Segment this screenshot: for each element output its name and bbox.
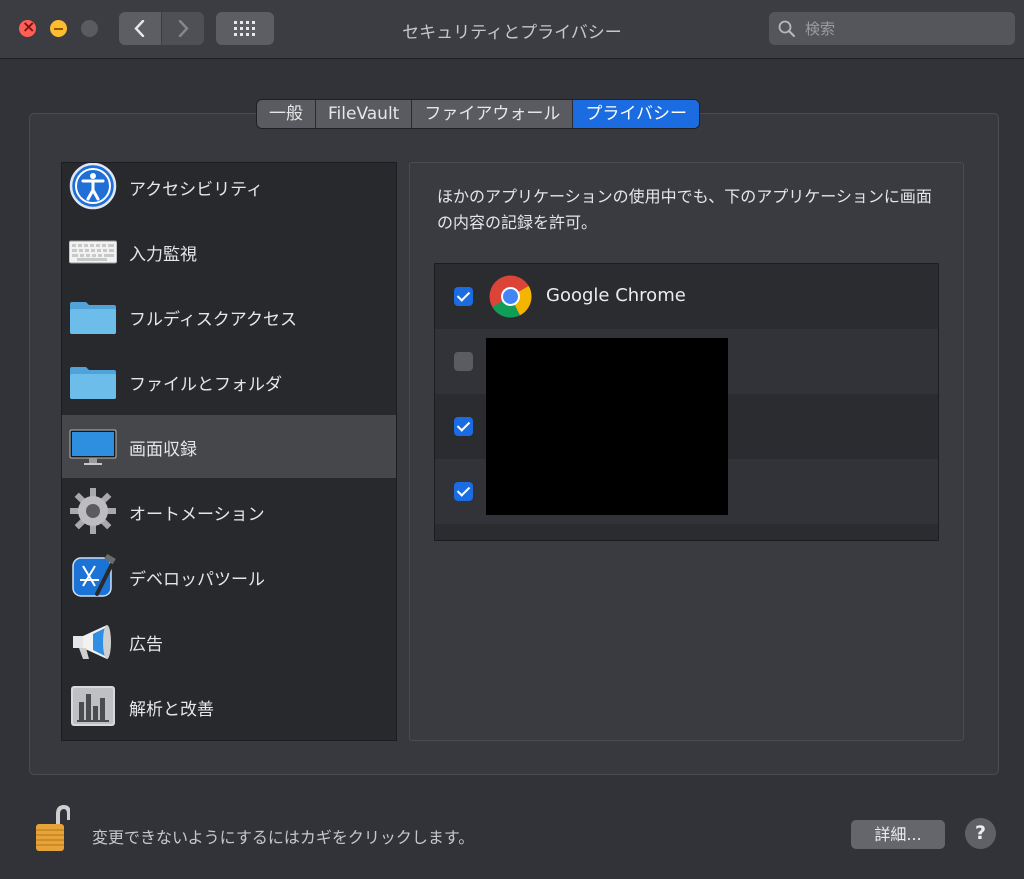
folder-icon — [70, 367, 116, 399]
lock-hint-text: 変更できないようにするにはカギをクリックします。 — [92, 828, 475, 847]
tab-firewall[interactable]: ファイアウォール — [412, 100, 574, 128]
sidebar-item-label: デベロッパツール — [129, 570, 265, 590]
megaphone-icon — [73, 625, 111, 659]
sidebar-item-automation[interactable]: オートメーション — [62, 480, 396, 543]
help-button[interactable]: ? — [965, 818, 996, 849]
sidebar-item-input-monitoring[interactable]: 入力監視 — [62, 220, 396, 283]
details-button[interactable]: 詳細... — [851, 820, 945, 849]
app-permission-checkbox[interactable] — [454, 352, 473, 371]
sidebar-item-label: 広告 — [129, 635, 163, 655]
display-icon — [69, 429, 117, 465]
privacy-category-list: アクセシビリティ 入力監視 フルディスクアクセス ファイルとフォルダ 画面収録 … — [61, 162, 397, 741]
sidebar-item-label: ファイルとフォルダ — [129, 375, 282, 395]
search-field[interactable] — [769, 12, 1015, 45]
sidebar-item-files-and-folders[interactable]: ファイルとフォルダ — [62, 350, 396, 413]
keyboard-icon — [69, 240, 117, 264]
xcode-icon — [72, 553, 116, 597]
app-permission-checkbox[interactable] — [454, 417, 473, 436]
sidebar-item-full-disk-access[interactable]: フルディスクアクセス — [62, 285, 396, 348]
gear-icon — [70, 488, 116, 534]
app-list: Google Chrome — [434, 263, 939, 541]
redacted-area — [486, 338, 728, 515]
accessibility-icon — [69, 163, 117, 210]
tab-filevault[interactable]: FileVault — [316, 100, 413, 128]
sidebar-item-accessibility[interactable]: アクセシビリティ — [62, 163, 396, 218]
screen-recording-pane: ほかのアプリケーションの使用中でも、下のアプリケーションに画面の内容の記録を許可… — [409, 162, 964, 741]
sidebar-item-screen-recording[interactable]: 画面収録 — [62, 415, 396, 478]
sidebar-item-analytics[interactable]: 解析と改善 — [62, 675, 396, 738]
app-permission-checkbox[interactable] — [454, 287, 473, 306]
app-name: Google Chrome — [546, 285, 686, 306]
sidebar-item-label: フルディスクアクセス — [129, 310, 297, 330]
tab-privacy[interactable]: プライバシー — [573, 100, 700, 128]
sidebar-item-label: アクセシビリティ — [129, 180, 264, 200]
tab-general[interactable]: 一般 — [257, 100, 316, 128]
sidebar-item-label: 入力監視 — [129, 245, 197, 265]
search-input[interactable] — [803, 17, 1007, 41]
pane-description: ほかのアプリケーションの使用中でも、下のアプリケーションに画面の内容の記録を許可… — [437, 187, 932, 232]
app-row-chrome[interactable]: Google Chrome — [435, 264, 938, 329]
search-icon — [778, 20, 795, 37]
sidebar-item-advertising[interactable]: 広告 — [62, 610, 396, 673]
app-permission-checkbox[interactable] — [454, 482, 473, 501]
unlocked-padlock-icon[interactable] — [36, 804, 70, 852]
chrome-icon — [489, 275, 532, 318]
sidebar-item-developer-tools[interactable]: デベロッパツール — [62, 545, 396, 608]
chart-icon — [71, 686, 115, 726]
sidebar-item-label: オートメーション — [129, 505, 265, 525]
folder-icon — [70, 302, 116, 334]
sidebar-item-label: 解析と改善 — [129, 700, 214, 720]
sidebar-item-label: 画面収録 — [129, 440, 197, 460]
tab-bar: 一般 FileVault ファイアウォール プライバシー — [256, 99, 701, 129]
title-bar: セキュリティとプライバシー — [0, 0, 1024, 59]
